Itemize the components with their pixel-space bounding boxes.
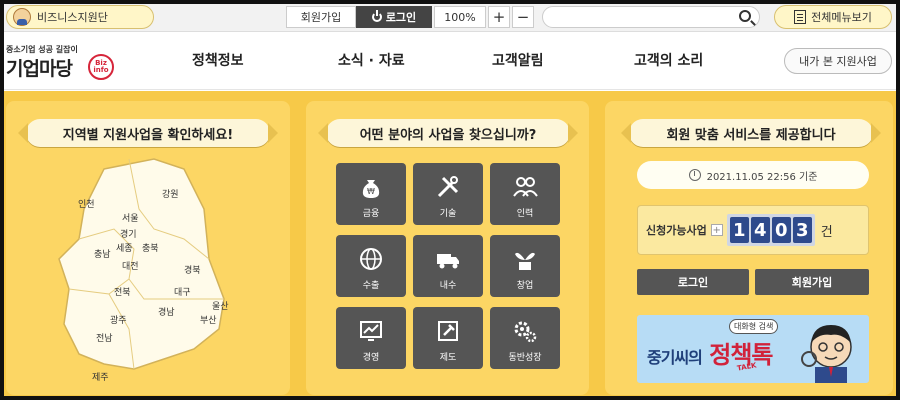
region-daegu[interactable]: 대구	[174, 285, 191, 298]
category-domestic[interactable]: 내수	[413, 235, 483, 297]
counter-digit: 0	[771, 217, 791, 243]
page-frame: 비즈니스지원단 회원가입 로그인 100% + − 전체메뉴보기 중소기업 성공…	[4, 4, 896, 396]
category-personnel[interactable]: 인력	[490, 163, 560, 225]
gavel-icon	[438, 321, 458, 341]
region-jeonbuk[interactable]: 전북	[114, 285, 131, 298]
login-button[interactable]: 로그인	[356, 6, 432, 28]
korea-map-graphic	[58, 158, 225, 396]
region-daejeon[interactable]: 대전	[122, 259, 139, 272]
category-finance[interactable]: ₩ 금융	[336, 163, 406, 225]
site-logo[interactable]: 기업마당	[6, 54, 73, 81]
member-login-button[interactable]: 로그인	[637, 269, 749, 295]
all-menu-label: 전체메뉴보기	[811, 11, 872, 24]
region-sejong[interactable]: 세종	[116, 241, 133, 254]
timestamp: 2021.11.05 22:56 기준	[706, 171, 818, 183]
member-panel: 회원 맞춤 서비스를 제공합니다 2021.11.05 22:56 기준 신청가…	[605, 101, 893, 395]
region-seoul[interactable]: 서울	[122, 211, 139, 224]
region-incheon[interactable]: 인천	[78, 197, 95, 210]
region-gwangju[interactable]: 광주	[110, 313, 127, 326]
plus-icon: +	[710, 224, 723, 236]
all-menu-button[interactable]: 전체메뉴보기	[774, 5, 892, 29]
category-export[interactable]: 수출	[336, 235, 406, 297]
person-icon	[13, 8, 31, 26]
bizinfo-badge: Biz info	[88, 54, 114, 80]
gears-icon	[514, 321, 537, 343]
category-label: 내수	[439, 281, 457, 291]
business-team-button[interactable]: 비즈니스지원단	[6, 5, 154, 29]
counter-digit: 4	[750, 217, 770, 243]
category-shared-growth[interactable]: 동반성장	[490, 307, 560, 369]
region-gyeonggi[interactable]: 경기	[120, 227, 137, 240]
member-title: 회원 맞춤 서비스를 제공합니다	[621, 119, 881, 147]
tools-icon	[437, 176, 459, 198]
zoom-out-button[interactable]: −	[512, 6, 534, 28]
zoom-in-button[interactable]: +	[488, 6, 510, 28]
category-panel: 어떤 분야의 사업을 찾으십니까? ₩ 금융 기술 인력 수출 내수 창업 경영…	[306, 101, 589, 395]
category-management[interactable]: 경영	[336, 307, 406, 369]
member-join-button[interactable]: 회원가입	[755, 269, 869, 295]
join-link[interactable]: 회원가입	[286, 6, 356, 28]
timestamp-box: 2021.11.05 22:56 기준	[637, 161, 869, 189]
category-label: 창업	[516, 281, 534, 291]
category-label: 제도	[439, 353, 457, 363]
menu-list-icon	[794, 10, 807, 24]
counter-digit: 3	[792, 217, 812, 243]
chart-monitor-icon	[360, 321, 382, 341]
truck-icon	[437, 254, 459, 269]
korea-map: 인천 서울 강원 경기 충남 세종 충북 대전 경북 전북 대구 울산 광주 경…	[34, 149, 274, 396]
nav-policy-info[interactable]: 정책정보	[192, 50, 244, 70]
region-gyeongbuk[interactable]: 경북	[184, 263, 201, 276]
category-system[interactable]: 제도	[413, 307, 483, 369]
region-gyeongnam[interactable]: 경남	[158, 305, 175, 318]
available-label: 신청가능사업	[646, 224, 707, 237]
mascot-icon	[801, 325, 852, 383]
category-technology[interactable]: 기술	[413, 163, 483, 225]
category-label: 수출	[362, 281, 380, 291]
region-chungnam[interactable]: 충남	[94, 247, 111, 260]
region-gangwon[interactable]: 강원	[162, 187, 179, 200]
region-jeonnam[interactable]: 전남	[96, 331, 113, 344]
category-label: 경영	[362, 353, 380, 363]
power-icon	[371, 10, 382, 22]
utility-bar: 비즈니스지원단 회원가입 로그인 100% + − 전체메뉴보기	[4, 4, 896, 32]
category-startup[interactable]: 창업	[490, 235, 560, 297]
category-label: 기술	[439, 209, 457, 219]
category-label: 인력	[516, 209, 534, 219]
promo-subtitle: 대화형 검색	[729, 319, 779, 334]
promo-title-prefix: 중기씨의	[647, 348, 703, 367]
search-box	[542, 6, 760, 29]
clock-icon	[688, 169, 701, 181]
count-unit: 건	[820, 224, 833, 240]
available-programs-counter[interactable]: 신청가능사업 + 1 4 0 3 건	[637, 205, 869, 255]
viewed-programs-button[interactable]: 내가 본 지원사업	[784, 48, 892, 74]
money-bag-icon: ₩	[362, 180, 380, 198]
globe-icon	[360, 248, 382, 270]
region-jeju[interactable]: 제주	[92, 370, 109, 383]
category-label: 금융	[362, 209, 380, 219]
category-title: 어떤 분야의 사업을 찾으십니까?	[318, 119, 578, 147]
digit-counter: 1 4 0 3	[726, 214, 815, 246]
counter-digit: 1	[729, 217, 749, 243]
nav-notices[interactable]: 고객알림	[492, 50, 544, 70]
region-busan[interactable]: 부산	[200, 313, 217, 326]
svg-text:₩: ₩	[367, 187, 375, 196]
regional-panel: 지역별 지원사업을 확인하세요! 인천 서울 강원 경기 충남 세종 충북 대전…	[6, 101, 290, 396]
category-label: 동반성장	[508, 353, 542, 363]
region-chungbuk[interactable]: 충북	[142, 241, 159, 254]
nav-customer-voice[interactable]: 고객의 소리	[634, 50, 703, 70]
main-header: 중소기업 성공 길잡이 기업마당 Biz info 정책정보 소식 · 자료 고…	[4, 32, 896, 90]
business-team-label: 비즈니스지원단	[37, 11, 108, 24]
login-label: 로그인	[385, 11, 417, 24]
region-ulsan[interactable]: 울산	[212, 299, 229, 312]
main-content: 지역별 지원사업을 확인하세요! 인천 서울 강원 경기 충남 세종 충북 대전…	[4, 91, 896, 396]
promo-talk-label: TALK	[736, 361, 758, 373]
sprout-icon	[515, 252, 535, 270]
policy-talk-banner[interactable]: 대화형 검색 중기씨의 정책톡 TALK	[637, 315, 869, 383]
search-icon[interactable]	[739, 10, 751, 22]
people-icon	[513, 177, 538, 197]
search-input[interactable]	[553, 9, 733, 29]
zoom-level: 100%	[434, 6, 486, 28]
regional-title: 지역별 지원사업을 확인하세요!	[18, 119, 278, 147]
nav-news-resources[interactable]: 소식 · 자료	[338, 50, 405, 70]
